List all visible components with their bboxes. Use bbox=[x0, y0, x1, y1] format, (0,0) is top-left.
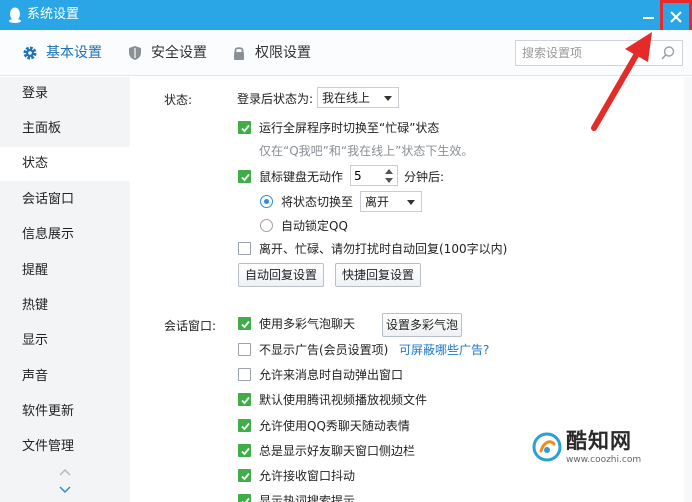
close-icon bbox=[670, 11, 682, 23]
tencent-video-checkbox[interactable] bbox=[238, 393, 251, 406]
fullscreen-busy-hint: 仅在“Q我吧”和“我在线上”状态下生效。 bbox=[259, 144, 474, 158]
shield-icon bbox=[129, 46, 141, 60]
check-icon bbox=[241, 497, 250, 502]
window-shake-label: 允许接收窗口抖动 bbox=[259, 469, 356, 483]
minimize-icon bbox=[643, 17, 654, 19]
qq-show-label: 允许使用QQ秀聊天随动表情 bbox=[259, 419, 410, 433]
auto-reply-settings-button[interactable]: 自动回复设置 bbox=[238, 263, 324, 287]
auto-popup-checkbox[interactable] bbox=[238, 368, 251, 381]
switch-status-radio[interactable] bbox=[260, 195, 273, 208]
title-bar: 系统设置 bbox=[0, 0, 692, 36]
minimize-button[interactable] bbox=[638, 5, 660, 25]
sidebar-item-software-update[interactable]: 软件更新 bbox=[0, 395, 130, 429]
tab-label: 权限设置 bbox=[255, 45, 311, 61]
sidebar-always-label: 总是显示好友聊天窗口侧边栏 bbox=[259, 444, 416, 458]
login-status-select[interactable]: 我在线上 bbox=[317, 87, 399, 108]
auto-reply-checkbox[interactable] bbox=[238, 242, 251, 255]
bubble-settings-button[interactable]: 设置多彩气泡 bbox=[382, 313, 462, 337]
check-icon bbox=[241, 396, 250, 405]
hot-words-checkbox[interactable] bbox=[238, 494, 251, 502]
sidebar: 登录 主面板 状态 会话窗口 信息展示 提醒 热键 显示 声音 软件更新 文件管… bbox=[0, 77, 130, 502]
tencent-video-label: 默认使用腾讯视频播放视频文件 bbox=[259, 393, 428, 407]
sidebar-scroll-arrows-icon[interactable] bbox=[57, 467, 73, 497]
check-icon bbox=[241, 447, 250, 456]
sidebar-always-checkbox[interactable] bbox=[238, 444, 251, 457]
login-status-value: 我在线上 bbox=[322, 91, 371, 105]
chevron-down-icon bbox=[407, 200, 415, 205]
no-ads-checkbox[interactable] bbox=[238, 343, 251, 356]
gear-icon bbox=[23, 46, 37, 60]
fullscreen-busy-label: 运行全屏程序时切换至“忙碌”状态 bbox=[259, 121, 440, 135]
window-title: 系统设置 bbox=[27, 7, 80, 22]
watermark-url: www.coozhi.com bbox=[566, 455, 642, 465]
quick-reply-settings-button[interactable]: 快捷回复设置 bbox=[335, 263, 421, 287]
sidebar-item-file-management[interactable]: 文件管理 bbox=[0, 430, 130, 464]
check-icon bbox=[241, 173, 250, 182]
fullscreen-busy-checkbox[interactable] bbox=[238, 121, 251, 134]
arrow-down-icon[interactable] bbox=[385, 178, 393, 183]
idle-minutes-suffix: 分钟后: bbox=[404, 170, 445, 184]
watermark: 酷知网 www.coozhi.com bbox=[532, 428, 682, 470]
sidebar-item-chat-window[interactable]: 会话窗口 bbox=[0, 183, 130, 217]
lock-icon bbox=[234, 47, 244, 60]
tab-label: 安全设置 bbox=[151, 45, 207, 61]
tab-basic-settings[interactable]: 基本设置 bbox=[22, 42, 112, 64]
tab-permission-settings[interactable]: 权限设置 bbox=[231, 42, 321, 64]
no-ads-label: 不显示广告(会员设置项) bbox=[259, 343, 389, 357]
content-scrollbar[interactable] bbox=[684, 77, 692, 502]
check-icon bbox=[241, 124, 250, 133]
check-icon bbox=[241, 422, 250, 431]
auto-reply-label: 离开、忙碌、请勿打扰时自动回复(100字以内) bbox=[259, 242, 508, 256]
hot-words-label: 显示热词搜索提示 bbox=[259, 494, 356, 502]
ad-blocking-link[interactable]: 可屏蔽哪些广告? bbox=[399, 342, 489, 358]
auto-lock-radio[interactable] bbox=[260, 219, 273, 232]
sidebar-item-login[interactable]: 登录 bbox=[0, 77, 130, 111]
check-icon bbox=[241, 472, 250, 481]
tab-label: 基本设置 bbox=[46, 45, 102, 61]
idle-label: 鼠标键盘无动作 bbox=[259, 170, 344, 184]
tab-security-settings[interactable]: 安全设置 bbox=[127, 42, 217, 64]
chevron-down-icon bbox=[384, 96, 392, 101]
qq-penguin-icon bbox=[9, 7, 21, 23]
sidebar-item-status[interactable]: 状态 bbox=[0, 147, 130, 181]
annotation-arrow-icon bbox=[591, 32, 652, 131]
window-shake-checkbox[interactable] bbox=[238, 469, 251, 482]
switch-status-label: 将状态切换至 bbox=[281, 195, 354, 209]
search-icon[interactable] bbox=[660, 45, 676, 61]
chat-section-label: 会话窗口: bbox=[164, 319, 217, 333]
sidebar-item-sound[interactable]: 声音 bbox=[0, 360, 130, 394]
colorful-bubble-checkbox[interactable] bbox=[238, 317, 251, 330]
auto-popup-label: 允许来消息时自动弹出窗口 bbox=[259, 368, 404, 382]
switch-status-select[interactable]: 离开 bbox=[360, 191, 422, 212]
auto-lock-label: 自动锁定QQ bbox=[281, 219, 348, 233]
status-section-label: 状态: bbox=[164, 93, 193, 107]
idle-checkbox[interactable] bbox=[238, 170, 251, 183]
sidebar-item-display[interactable]: 显示 bbox=[0, 324, 130, 358]
sidebar-item-main-panel[interactable]: 主面板 bbox=[0, 112, 130, 146]
coozhi-logo-icon bbox=[532, 432, 562, 462]
check-icon bbox=[241, 320, 250, 329]
watermark-name: 酷知网 bbox=[566, 429, 632, 453]
sidebar-item-hotkeys[interactable]: 热键 bbox=[0, 289, 130, 323]
switch-status-value: 离开 bbox=[365, 195, 390, 209]
arrow-up-icon[interactable] bbox=[385, 169, 393, 174]
colorful-bubble-label: 使用多彩气泡聊天 bbox=[259, 317, 356, 331]
login-status-label: 登录后状态为: bbox=[237, 92, 314, 106]
qq-show-checkbox[interactable] bbox=[238, 419, 251, 432]
sidebar-item-info-display[interactable]: 信息展示 bbox=[0, 218, 130, 252]
sidebar-item-reminder[interactable]: 提醒 bbox=[0, 254, 130, 288]
idle-minutes-stepper[interactable] bbox=[350, 165, 398, 186]
idle-minutes-input[interactable] bbox=[354, 168, 374, 184]
